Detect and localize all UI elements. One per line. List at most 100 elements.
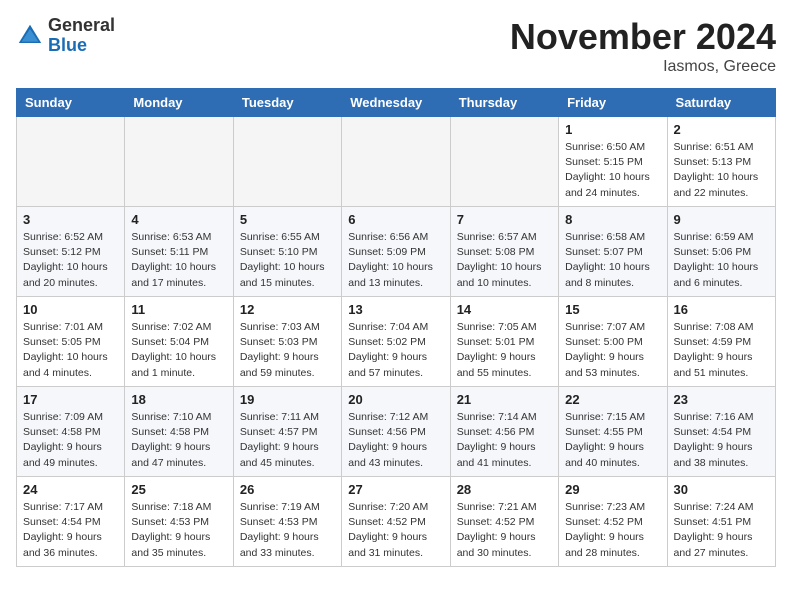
day-number: 28	[457, 482, 552, 497]
day-number: 24	[23, 482, 118, 497]
day-number: 20	[348, 392, 443, 407]
day-number: 19	[240, 392, 335, 407]
calendar-cell: 23 Sunrise: 7:16 AMSunset: 4:54 PMDayligh…	[667, 387, 775, 477]
day-number: 7	[457, 212, 552, 227]
day-info: Sunrise: 6:56 AMSunset: 5:09 PMDaylight:…	[348, 230, 443, 291]
day-number: 4	[131, 212, 226, 227]
day-number: 6	[348, 212, 443, 227]
day-number: 8	[565, 212, 660, 227]
weekday-header-wednesday: Wednesday	[342, 89, 450, 117]
calendar-cell: 6 Sunrise: 6:56 AMSunset: 5:09 PMDaylight…	[342, 207, 450, 297]
day-number: 1	[565, 122, 660, 137]
calendar-cell: 26 Sunrise: 7:19 AMSunset: 4:53 PMDayligh…	[233, 477, 341, 567]
calendar-week-row: 1Sunrise: 6:50 AMSunset: 5:15 PMDaylight…	[17, 117, 776, 207]
logo: General Blue	[16, 16, 115, 56]
logo-general-text: General	[48, 15, 115, 35]
day-info: Sunrise: 6:57 AMSunset: 5:08 PMDaylight:…	[457, 230, 552, 291]
day-info: Sunrise: 6:59 AMSunset: 5:06 PMDaylight:…	[674, 230, 769, 291]
calendar-week-row: 3 Sunrise: 6:52 AMSunset: 5:12 PMDaylight…	[17, 207, 776, 297]
weekday-header-sunday: Sunday	[17, 89, 125, 117]
calendar-cell: 11 Sunrise: 7:02 AMSunset: 5:04 PMDayligh…	[125, 297, 233, 387]
day-number: 22	[565, 392, 660, 407]
day-number: 10	[23, 302, 118, 317]
day-number: 21	[457, 392, 552, 407]
calendar-cell: 10 Sunrise: 7:01 AMSunset: 5:05 PMDayligh…	[17, 297, 125, 387]
day-info: Sunrise: 7:23 AMSunset: 4:52 PMDaylight:…	[565, 500, 660, 561]
day-number: 30	[674, 482, 769, 497]
day-info: Sunrise: 7:24 AMSunset: 4:51 PMDaylight:…	[674, 500, 769, 561]
page-header: General Blue November 2024 Iasmos, Greec…	[16, 16, 776, 76]
weekday-header-row: SundayMondayTuesdayWednesdayThursdayFrid…	[17, 89, 776, 117]
day-number: 23	[674, 392, 769, 407]
weekday-header-friday: Friday	[559, 89, 667, 117]
calendar-cell: 3 Sunrise: 6:52 AMSunset: 5:12 PMDaylight…	[17, 207, 125, 297]
calendar-cell: 21 Sunrise: 7:14 AMSunset: 4:56 PMDayligh…	[450, 387, 558, 477]
day-number: 15	[565, 302, 660, 317]
weekday-header-tuesday: Tuesday	[233, 89, 341, 117]
day-number: 26	[240, 482, 335, 497]
day-number: 11	[131, 302, 226, 317]
day-info: Sunrise: 7:15 AMSunset: 4:55 PMDaylight:…	[565, 410, 660, 471]
calendar-cell	[233, 117, 341, 207]
calendar-cell: 27 Sunrise: 7:20 AMSunset: 4:52 PMDayligh…	[342, 477, 450, 567]
calendar-cell: 14 Sunrise: 7:05 AMSunset: 5:01 PMDayligh…	[450, 297, 558, 387]
calendar-table: SundayMondayTuesdayWednesdayThursdayFrid…	[16, 88, 776, 567]
calendar-week-row: 10 Sunrise: 7:01 AMSunset: 5:05 PMDayligh…	[17, 297, 776, 387]
calendar-cell: 16 Sunrise: 7:08 AMSunset: 4:59 PMDayligh…	[667, 297, 775, 387]
calendar-cell: 7 Sunrise: 6:57 AMSunset: 5:08 PMDaylight…	[450, 207, 558, 297]
location: Iasmos, Greece	[510, 58, 776, 76]
calendar-cell: 25 Sunrise: 7:18 AMSunset: 4:53 PMDayligh…	[125, 477, 233, 567]
calendar-cell: 2 Sunrise: 6:51 AMSunset: 5:13 PMDaylight…	[667, 117, 775, 207]
day-info: Sunrise: 7:20 AMSunset: 4:52 PMDaylight:…	[348, 500, 443, 561]
calendar-cell: 13 Sunrise: 7:04 AMSunset: 5:02 PMDayligh…	[342, 297, 450, 387]
day-info: Sunrise: 7:01 AMSunset: 5:05 PMDaylight:…	[23, 320, 118, 381]
calendar-cell: 9 Sunrise: 6:59 AMSunset: 5:06 PMDaylight…	[667, 207, 775, 297]
calendar-week-row: 17Sunrise: 7:09 AMSunset: 4:58 PMDayligh…	[17, 387, 776, 477]
day-info: Sunrise: 7:03 AMSunset: 5:03 PMDaylight:…	[240, 320, 335, 381]
day-number: 13	[348, 302, 443, 317]
calendar-cell: 18Sunrise: 7:10 AMSunset: 4:58 PMDayligh…	[125, 387, 233, 477]
day-info: Sunrise: 6:58 AMSunset: 5:07 PMDaylight:…	[565, 230, 660, 291]
day-number: 3	[23, 212, 118, 227]
calendar-cell: 15 Sunrise: 7:07 AMSunset: 5:00 PMDayligh…	[559, 297, 667, 387]
calendar-cell: 17Sunrise: 7:09 AMSunset: 4:58 PMDayligh…	[17, 387, 125, 477]
day-number: 25	[131, 482, 226, 497]
day-info: Sunrise: 6:52 AMSunset: 5:12 PMDaylight:…	[23, 230, 118, 291]
calendar-cell	[125, 117, 233, 207]
day-info: Sunrise: 7:14 AMSunset: 4:56 PMDaylight:…	[457, 410, 552, 471]
day-info: Sunrise: 7:07 AMSunset: 5:00 PMDaylight:…	[565, 320, 660, 381]
day-info: Sunrise: 7:19 AMSunset: 4:53 PMDaylight:…	[240, 500, 335, 561]
calendar-cell: 28Sunrise: 7:21 AMSunset: 4:52 PMDayligh…	[450, 477, 558, 567]
calendar-cell: 22 Sunrise: 7:15 AMSunset: 4:55 PMDayligh…	[559, 387, 667, 477]
day-number: 2	[674, 122, 769, 137]
day-info: Sunrise: 6:55 AMSunset: 5:10 PMDaylight:…	[240, 230, 335, 291]
day-number: 9	[674, 212, 769, 227]
day-info: Sunrise: 7:08 AMSunset: 4:59 PMDaylight:…	[674, 320, 769, 381]
calendar-cell: 1Sunrise: 6:50 AMSunset: 5:15 PMDaylight…	[559, 117, 667, 207]
calendar-week-row: 24Sunrise: 7:17 AMSunset: 4:54 PMDayligh…	[17, 477, 776, 567]
calendar-cell: 12Sunrise: 7:03 AMSunset: 5:03 PMDayligh…	[233, 297, 341, 387]
calendar-cell	[17, 117, 125, 207]
calendar-cell: 19Sunrise: 7:11 AMSunset: 4:57 PMDayligh…	[233, 387, 341, 477]
day-info: Sunrise: 7:02 AMSunset: 5:04 PMDaylight:…	[131, 320, 226, 381]
day-number: 5	[240, 212, 335, 227]
calendar-cell: 30 Sunrise: 7:24 AMSunset: 4:51 PMDayligh…	[667, 477, 775, 567]
weekday-header-saturday: Saturday	[667, 89, 775, 117]
day-info: Sunrise: 7:04 AMSunset: 5:02 PMDaylight:…	[348, 320, 443, 381]
day-info: Sunrise: 7:16 AMSunset: 4:54 PMDaylight:…	[674, 410, 769, 471]
day-info: Sunrise: 7:10 AMSunset: 4:58 PMDaylight:…	[131, 410, 226, 471]
calendar-cell: 24Sunrise: 7:17 AMSunset: 4:54 PMDayligh…	[17, 477, 125, 567]
day-number: 14	[457, 302, 552, 317]
day-info: Sunrise: 7:18 AMSunset: 4:53 PMDaylight:…	[131, 500, 226, 561]
day-info: Sunrise: 7:09 AMSunset: 4:58 PMDaylight:…	[23, 410, 118, 471]
day-number: 27	[348, 482, 443, 497]
calendar-cell: 5 Sunrise: 6:55 AMSunset: 5:10 PMDaylight…	[233, 207, 341, 297]
day-info: Sunrise: 7:12 AMSunset: 4:56 PMDaylight:…	[348, 410, 443, 471]
day-info: Sunrise: 7:05 AMSunset: 5:01 PMDaylight:…	[457, 320, 552, 381]
month-title: November 2024	[510, 16, 776, 58]
day-number: 16	[674, 302, 769, 317]
calendar-cell: 20 Sunrise: 7:12 AMSunset: 4:56 PMDayligh…	[342, 387, 450, 477]
calendar-cell: 29Sunrise: 7:23 AMSunset: 4:52 PMDayligh…	[559, 477, 667, 567]
day-info: Sunrise: 6:51 AMSunset: 5:13 PMDaylight:…	[674, 140, 769, 201]
logo-blue-text: Blue	[48, 35, 87, 55]
